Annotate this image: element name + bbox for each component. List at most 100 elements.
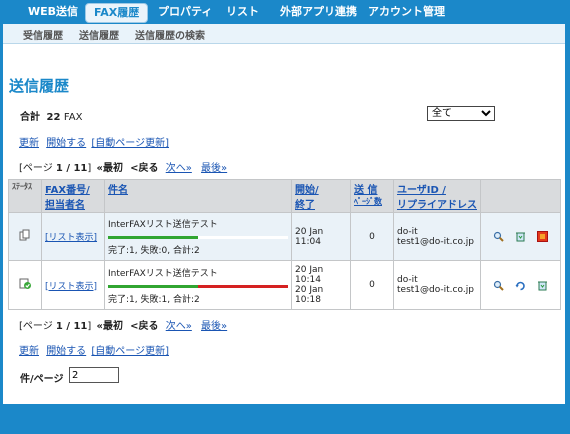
sort-subject-link[interactable]: 件名 — [108, 185, 128, 196]
pager-current: 1 / 11 — [55, 163, 88, 174]
pager-first: «最初 — [96, 321, 123, 332]
sort-owner-link[interactable]: 担当者名 — [45, 200, 85, 211]
list-cell: [リスト表示] — [41, 260, 105, 310]
auto-refresh-link[interactable]: [自動ページ更新] — [91, 138, 169, 149]
result-summary: 完了:1, 失敗:1, 合計:2 — [108, 294, 200, 305]
sort-user-id-link[interactable]: ユーザID / — [397, 185, 446, 196]
subnav-sent-history-search[interactable]: 送信履歴の検索 — [135, 27, 205, 42]
refresh-link[interactable]: 更新 — [19, 138, 39, 149]
sort-pages-link[interactable]: ﾍﾟｰｼﾞ数 — [354, 197, 382, 206]
subject-cell: InterFAXリスト送信テスト 完了:1, 失敗:1, 合計:2 — [104, 260, 292, 310]
total-count: 合計 22 FAX — [20, 108, 82, 123]
actions-cell — [480, 260, 561, 310]
pager-last-link[interactable]: 最後» — [201, 321, 227, 332]
pager-prev: <戻る — [130, 321, 159, 332]
pager-last-link[interactable]: 最後» — [201, 163, 227, 174]
subnav-received-history[interactable]: 受信履歴 — [23, 27, 63, 42]
reply-address: test1@do-it.co.jp — [397, 285, 474, 295]
actions-cell — [480, 212, 561, 261]
pager-prefix: [ページ — [19, 321, 53, 332]
header-sent-pages: 送 信 ﾍﾟｰｼﾞ数 — [350, 179, 394, 213]
header-actions — [480, 179, 561, 213]
time-cell: 20 Jan 10:14 20 Jan 10:18 — [291, 260, 351, 310]
pager-first: «最初 — [96, 163, 123, 174]
pager-bottom: [ページ 1 / 11] «最初 <戻る 次へ» 最後» — [19, 317, 227, 332]
list-view-link[interactable]: [リスト表示] — [45, 282, 97, 292]
sort-fax-number-link[interactable]: FAX番号/ — [45, 185, 90, 196]
action-links-bottom: 更新 開始する [自動ページ更新] — [19, 342, 169, 357]
footer-bar — [3, 404, 565, 431]
start-link[interactable]: 開始する — [46, 138, 86, 149]
header-fax-number: FAX番号/ 担当者名 — [41, 179, 105, 213]
status-filter-select[interactable]: 全て — [427, 106, 495, 121]
reply-address: test1@do-it.co.jp — [397, 236, 474, 247]
progress-bar — [108, 236, 288, 239]
progress-bar-ng — [198, 284, 288, 288]
view-icon[interactable] — [493, 280, 504, 291]
nav-properties[interactable]: プロパティ — [150, 3, 220, 21]
total-number: 22 — [46, 112, 61, 123]
pager-top: [ページ 1 / 11] «最初 <戻る 次へ» 最後» — [19, 159, 227, 174]
time-cell: 20 Jan 11:04 — [291, 212, 351, 261]
resend-icon[interactable] — [515, 280, 526, 291]
per-page-label: 件/ページ — [20, 374, 64, 385]
per-page-input[interactable] — [69, 367, 119, 383]
sort-sent-link[interactable]: 送 信 — [354, 185, 377, 196]
sort-reply-link[interactable]: リプライアドレス — [397, 200, 477, 211]
header-status: ｽﾃｰﾀｽ — [8, 179, 42, 213]
subject-cell: InterFAXリスト送信テスト 完了:1, 失敗:0, 合計:2 — [104, 212, 292, 261]
trash-icon[interactable] — [537, 280, 548, 291]
pages-cell: 0 — [350, 212, 394, 261]
page-title: 送信履歴 — [9, 77, 70, 95]
subject-text: InterFAXリスト送信テスト — [108, 220, 218, 230]
header-subject: 件名 — [104, 179, 292, 213]
nav-account-management[interactable]: アカウント管理 — [360, 3, 453, 21]
total-label: 合計 — [20, 112, 40, 123]
sub-nav: 受信履歴 送信履歴 送信履歴の検索 — [3, 24, 565, 44]
status-cell — [8, 260, 42, 310]
header-user: ユーザID / リプライアドレス — [393, 179, 481, 213]
pages-cell: 0 — [350, 260, 394, 310]
completed-status-icon — [19, 278, 32, 293]
sort-end-link[interactable]: 終了 — [295, 200, 315, 211]
nav-list[interactable]: リスト — [218, 3, 267, 21]
end-time: 20 Jan 10:18 — [295, 285, 324, 305]
auto-refresh-link[interactable]: [自動ページ更新] — [91, 346, 169, 357]
status-cell — [8, 212, 42, 261]
trash-icon[interactable] — [515, 231, 526, 242]
header-start-end: 開始/ 終了 — [291, 179, 351, 213]
pager-next-link[interactable]: 次へ» — [166, 321, 192, 332]
user-id: do-it — [397, 226, 418, 237]
pager-next-link[interactable]: 次へ» — [166, 163, 192, 174]
refresh-link[interactable]: 更新 — [19, 346, 39, 357]
top-nav: WEB送信 FAX履歴 プロパティ リスト 外部アプリ連携 アカウント管理 — [0, 0, 570, 24]
pager-suffix: ] — [87, 321, 92, 332]
list-view-link[interactable]: [リスト表示] — [45, 233, 97, 243]
user-id: do-it — [397, 275, 418, 285]
list-cell: [リスト表示] — [41, 212, 105, 261]
view-icon[interactable] — [493, 231, 504, 242]
nav-web-send[interactable]: WEB送信 — [20, 3, 86, 21]
subnav-sent-history[interactable]: 送信履歴 — [79, 27, 119, 42]
progress-bar — [108, 284, 288, 288]
total-unit: FAX — [63, 112, 83, 123]
table-header-row: ｽﾃｰﾀｽ FAX番号/ 担当者名 件名 開始/ 終了 送 信 ﾍﾟｰｼﾞ数 ユ… — [8, 179, 561, 213]
pager-prev: <戻る — [130, 163, 159, 174]
pending-status-icon — [19, 229, 31, 244]
pager-current: 1 / 11 — [55, 321, 88, 332]
pager-prefix: [ページ — [19, 163, 53, 174]
nav-fax-history[interactable]: FAX履歴 — [85, 3, 149, 23]
subject-text: InterFAXリスト送信テスト — [108, 268, 218, 279]
pager-suffix: ] — [87, 163, 92, 174]
stop-icon[interactable] — [536, 231, 548, 242]
sent-history-table: ｽﾃｰﾀｽ FAX番号/ 担当者名 件名 開始/ 終了 送 信 ﾍﾟｰｼﾞ数 ユ… — [8, 179, 561, 310]
start-link[interactable]: 開始する — [46, 346, 86, 357]
user-cell: do-it test1@do-it.co.jp — [393, 260, 481, 310]
user-cell: do-it test1@do-it.co.jp — [393, 212, 481, 261]
sort-start-link[interactable]: 開始/ — [295, 185, 319, 196]
main-content: 送信履歴 合計 22 FAX 全て 更新 開始する [自動ページ更新] [ページ… — [3, 44, 565, 404]
nav-external-apps[interactable]: 外部アプリ連携 — [272, 3, 365, 21]
start-time: 20 Jan 10:14 — [295, 265, 324, 285]
start-time: 20 Jan 11:04 — [295, 226, 324, 247]
progress-bar-ok — [108, 284, 198, 288]
